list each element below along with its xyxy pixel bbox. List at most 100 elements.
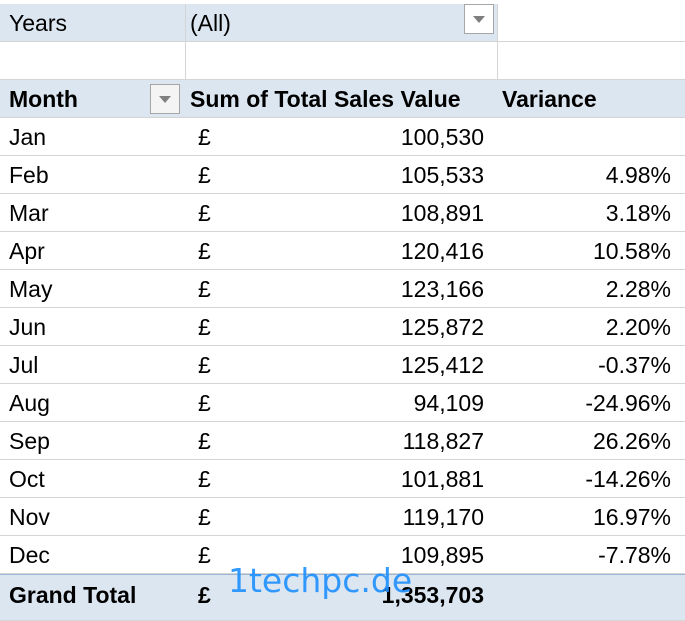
sales-value-cell[interactable]: £120,416: [186, 232, 498, 270]
spacer-row: [0, 42, 685, 80]
variance-value: 3.18%: [605, 200, 671, 226]
sales-value: 120,416: [400, 238, 484, 264]
month-label: Mar: [9, 200, 49, 226]
table-row: Oct £101,881 -14.26%: [0, 460, 685, 498]
sales-value-cell[interactable]: £109,895: [186, 536, 498, 574]
empty-cell[interactable]: [498, 4, 685, 42]
month-cell[interactable]: Jan: [0, 118, 186, 156]
sales-value-cell[interactable]: £94,109: [186, 384, 498, 422]
sales-value-cell[interactable]: £125,412: [186, 346, 498, 384]
empty-cell[interactable]: [0, 42, 186, 80]
variance-cell[interactable]: -0.37%: [498, 346, 685, 384]
variance-cell[interactable]: 10.58%: [498, 232, 685, 270]
month-filter-dropdown-button[interactable]: [150, 84, 180, 114]
table-row: Dec £109,895 -7.78%: [0, 536, 685, 574]
month-cell[interactable]: Jun: [0, 308, 186, 346]
variance-value: 4.98%: [605, 162, 671, 188]
variance-value: 2.28%: [605, 276, 671, 302]
table-row: Jun £125,872 2.20%: [0, 308, 685, 346]
filter-label-cell[interactable]: Years: [0, 4, 186, 42]
table-row: Jul £125,412 -0.37%: [0, 346, 685, 384]
grand-total-variance-cell[interactable]: [498, 574, 685, 621]
variance-cell[interactable]: 3.18%: [498, 194, 685, 232]
sales-value-cell[interactable]: £105,533: [186, 156, 498, 194]
variance-value: 26.26%: [592, 428, 671, 454]
sales-value: 101,881: [400, 466, 484, 492]
filter-value: (All): [190, 10, 231, 36]
variance-cell[interactable]: -24.96%: [498, 384, 685, 422]
sum-header: Sum of Total Sales Value: [190, 86, 461, 112]
month-label: Aug: [9, 390, 50, 416]
chevron-down-icon: [159, 96, 171, 103]
month-cell[interactable]: Mar: [0, 194, 186, 232]
table-row: Sep £118,827 26.26%: [0, 422, 685, 460]
pivot-header-row: Month Sum of Total Sales Value Variance: [0, 80, 685, 118]
sales-value: 119,170: [402, 504, 484, 530]
sales-value-cell[interactable]: £100,530: [186, 118, 498, 156]
currency-symbol: £: [198, 162, 211, 188]
table-row: Jan £100,530: [0, 118, 685, 156]
month-label: Jul: [9, 352, 39, 378]
variance-value: -0.37%: [598, 352, 671, 378]
sales-value-cell[interactable]: £125,872: [186, 308, 498, 346]
filter-label: Years: [9, 10, 67, 36]
variance-header-cell[interactable]: Variance: [498, 80, 685, 118]
variance-cell[interactable]: 2.28%: [498, 270, 685, 308]
month-cell[interactable]: Nov: [0, 498, 186, 536]
variance-cell[interactable]: 26.26%: [498, 422, 685, 460]
currency-symbol: £: [198, 466, 211, 492]
grand-total-label-cell[interactable]: Grand Total: [0, 574, 186, 621]
month-cell[interactable]: Dec: [0, 536, 186, 574]
variance-cell[interactable]: 2.20%: [498, 308, 685, 346]
currency-symbol: £: [198, 238, 211, 264]
table-row: Apr £120,416 10.58%: [0, 232, 685, 270]
sales-value: 105,533: [400, 162, 484, 188]
sales-value: 123,166: [400, 276, 484, 302]
sales-value: 108,891: [400, 200, 484, 226]
currency-symbol: £: [198, 124, 211, 150]
years-filter-dropdown-button[interactable]: [464, 4, 494, 34]
sales-value: 100,530: [400, 124, 484, 150]
month-label: May: [9, 276, 53, 302]
currency-symbol: £: [198, 352, 211, 378]
variance-cell[interactable]: -14.26%: [498, 460, 685, 498]
variance-cell[interactable]: [498, 118, 685, 156]
month-cell[interactable]: Apr: [0, 232, 186, 270]
grand-total-value-cell[interactable]: £ 1,353,703: [186, 574, 498, 621]
month-label: Jan: [9, 124, 47, 150]
variance-value: -14.26%: [585, 466, 671, 492]
sales-value-cell[interactable]: £108,891: [186, 194, 498, 232]
variance-value: 2.20%: [605, 314, 671, 340]
month-cell[interactable]: Oct: [0, 460, 186, 498]
variance-value: 10.58%: [592, 238, 671, 264]
sales-value-cell[interactable]: £119,170: [186, 498, 498, 536]
month-cell[interactable]: Jul: [0, 346, 186, 384]
currency-symbol: £: [198, 504, 211, 530]
month-cell[interactable]: Feb: [0, 156, 186, 194]
currency-symbol: £: [198, 542, 211, 568]
currency-symbol: £: [198, 428, 211, 454]
sum-header-cell[interactable]: Sum of Total Sales Value: [186, 80, 498, 118]
month-cell[interactable]: Aug: [0, 384, 186, 422]
month-cell[interactable]: Sep: [0, 422, 186, 460]
sales-value: 109,895: [400, 542, 484, 568]
sales-value-cell[interactable]: £123,166: [186, 270, 498, 308]
month-label: Jun: [9, 314, 47, 340]
variance-value: -24.96%: [585, 390, 671, 416]
grand-total-value: 1,353,703: [381, 582, 484, 608]
filter-value-cell[interactable]: (All): [186, 4, 498, 42]
variance-cell[interactable]: -7.78%: [498, 536, 685, 574]
variance-cell[interactable]: 4.98%: [498, 156, 685, 194]
sales-value-cell[interactable]: £118,827: [186, 422, 498, 460]
empty-cell[interactable]: [498, 42, 685, 80]
empty-cell[interactable]: [186, 42, 498, 80]
variance-cell[interactable]: 16.97%: [498, 498, 685, 536]
month-cell[interactable]: May: [0, 270, 186, 308]
sales-value-cell[interactable]: £101,881: [186, 460, 498, 498]
month-label: Oct: [9, 466, 45, 492]
month-label: Sep: [9, 428, 50, 454]
month-label: Apr: [9, 238, 45, 264]
month-label: Nov: [9, 504, 50, 530]
table-row: Feb £105,533 4.98%: [0, 156, 685, 194]
sales-value: 125,872: [400, 314, 484, 340]
